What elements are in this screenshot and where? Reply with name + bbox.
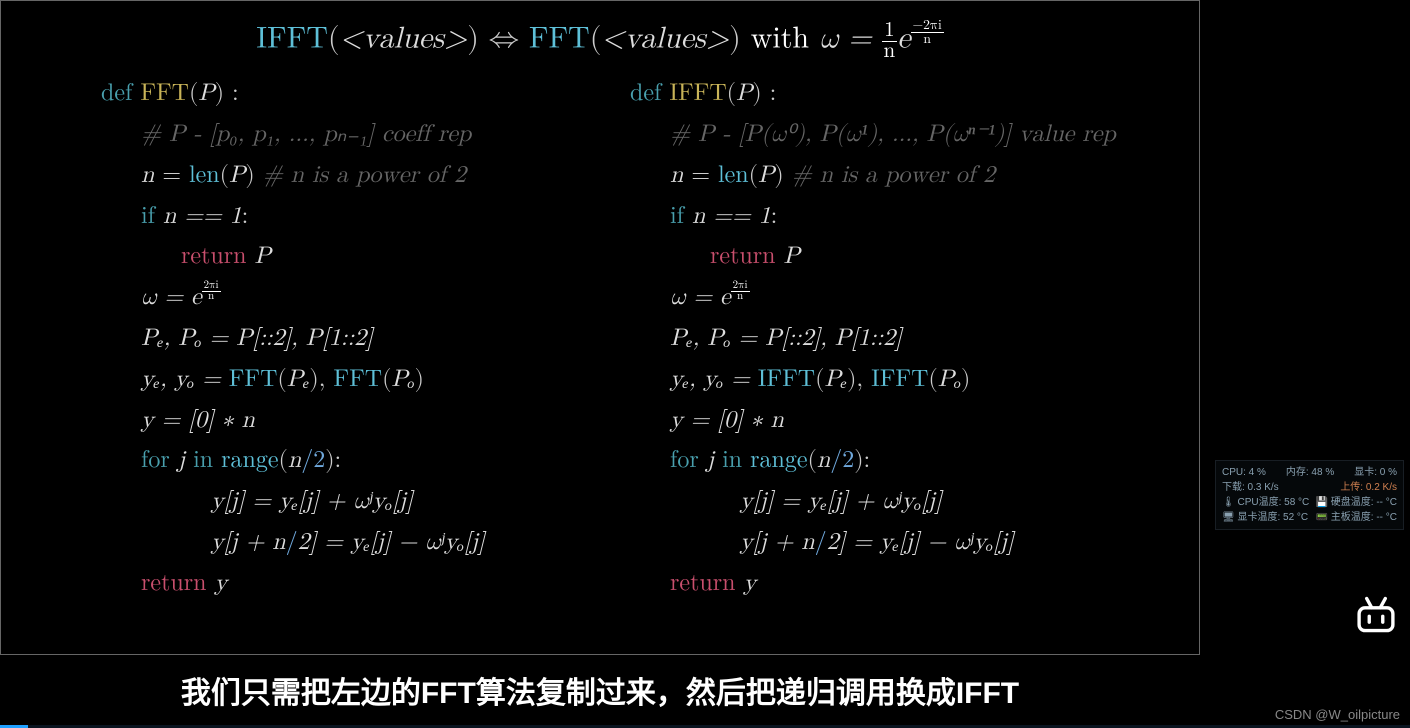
range-fn-r: range (750, 448, 807, 472)
system-monitor-overlay: CPU: 4 % 内存: 48 % 显卡: 0 % 下载: 0.3 K/s 上传: 0… (1215, 460, 1404, 530)
fft-comment-rep: # P - [p₀, p₁, …, pₙ₋₁] coeff rep (101, 117, 590, 152)
def-kw: def (101, 81, 132, 105)
omega-lhs-r: ω = e (670, 285, 731, 309)
rec-a: Pₑ (287, 367, 310, 391)
j-var-r: j (707, 448, 714, 472)
split-line-r: Pₑ, Pₒ = P[::2], P[1::2] (630, 321, 1119, 356)
header-values-left: <values> (340, 24, 468, 54)
if-kw: if (141, 204, 155, 228)
one-over-n-top: 1 (882, 20, 897, 42)
return-p: P (254, 244, 270, 268)
header-formula: IFFT(<values>) ⇔ FFT(<values>) with ω = … (1, 19, 1199, 62)
rec-b-r: Pₒ (938, 367, 961, 391)
len-fn-r: len (718, 163, 749, 187)
bilibili-icon (1354, 596, 1398, 634)
range-n: n (288, 448, 301, 472)
range-n-r: n (817, 448, 830, 472)
len-arg: P (229, 163, 245, 187)
body1: y[j] = yₑ[j] + ωʲyₒ[j] (101, 484, 590, 519)
rec-a-r: Pₑ (824, 367, 847, 391)
gpu-temp: 🖥 显卡温度: 52 °C (1222, 510, 1308, 525)
return-kw-2-r: return (670, 571, 736, 595)
ifft-comment-rep: # P - [P(ω⁰), P(ω¹), …, P(ωⁿ⁻¹)] value r… (630, 117, 1119, 152)
omega-lhs: ω = e (141, 285, 202, 309)
range-fn: range (221, 448, 278, 472)
body2a: y[j + n (211, 530, 286, 554)
fft-arg: P (198, 81, 214, 105)
body2b-r: 2] = yₑ[j] − ωʲyₒ[j] (827, 530, 1014, 554)
omega-bot-r: n (735, 291, 745, 302)
n-var: n (141, 163, 154, 187)
n-var-r: n (670, 163, 683, 187)
return-kw-r: return (710, 244, 776, 268)
omega-eq: ω = (819, 24, 872, 54)
range-2: 2 (313, 448, 325, 472)
rec-b: Pₒ (391, 367, 414, 391)
e-text: e (897, 24, 910, 54)
ifft-fn-name: IFFT (669, 81, 726, 105)
return-y-r: y (743, 571, 756, 595)
for-kw: for (141, 448, 170, 472)
len-arg-r: P (758, 163, 774, 187)
split-line: Pₑ, Pₒ = P[::2], P[1::2] (101, 321, 590, 356)
content-frame: IFFT(<values>) ⇔ FFT(<values>) with ω = … (0, 0, 1200, 655)
return-p-r: P (783, 244, 799, 268)
omega-bot: n (206, 291, 216, 302)
pow2-comment-r: # n is a power of 2 (792, 163, 995, 187)
mem-usage: 内存: 48 % (1286, 465, 1334, 480)
hdd-temp: 💾 硬盘温度: -- °C (1316, 495, 1397, 510)
len-fn: len (189, 163, 220, 187)
rec-lhs: yₑ, yₒ = (141, 367, 221, 391)
eq-test-r: n == 1 (692, 204, 771, 228)
rec-call-2-r: IFFT (871, 367, 928, 391)
fft-fn-name: FFT (140, 81, 189, 105)
j-var: j (178, 448, 185, 472)
return-kw-2: return (141, 571, 207, 595)
range-2-r: 2 (842, 448, 854, 472)
return-y: y (214, 571, 227, 595)
cpu-temp: 🌡 CPU温度: 58 °C (1222, 495, 1309, 510)
rec-call-1: FFT (229, 367, 278, 391)
download-speed: 下载: 0.3 K/s (1222, 480, 1279, 495)
in-kw-r: in (722, 448, 742, 472)
fft-column: def FFT(P) : # P - [p₀, p₁, …, pₙ₋₁] coe… (101, 70, 590, 606)
subtitle-caption: 我们只需把左边的FFT算法复制过来，然后把递归调用换成IFFT (0, 668, 1200, 712)
rec-call-2: FFT (333, 367, 382, 391)
header-values-right: <values> (601, 24, 729, 54)
gpu-usage: 显卡: 0 % (1354, 465, 1397, 480)
yinit-r: y = [0] ∗ n (670, 408, 784, 432)
ifft-column: def IFFT(P) : # P - [P(ω⁰), P(ω¹), …, P(… (630, 70, 1119, 606)
eq-test: n == 1 (163, 204, 242, 228)
one-over-n-bot: n (882, 41, 898, 62)
fft-label: FFT (529, 24, 590, 54)
if-kw-r: if (670, 204, 684, 228)
yinit: y = [0] ∗ n (141, 408, 255, 432)
body2a-r: y[j + n (740, 530, 815, 554)
with-text: with (751, 24, 809, 54)
in-kw: in (193, 448, 213, 472)
cpu-usage: CPU: 4 % (1222, 465, 1266, 480)
body1-r: y[j] = yₑ[j] + ωʲyₒ[j] (630, 484, 1119, 519)
rec-call-1-r: IFFT (758, 367, 815, 391)
iff-arrow: ⇔ (489, 24, 519, 54)
def-kw-r: def (630, 81, 661, 105)
upload-speed: 上传: 0.2 K/s (1340, 480, 1397, 495)
pow2-comment: # n is a power of 2 (263, 163, 466, 187)
exp-top: −2πi (911, 18, 944, 33)
for-kw-r: for (670, 448, 699, 472)
mb-temp: 📟 主板温度: -- °C (1316, 510, 1397, 525)
rec-lhs-r: yₑ, yₒ = (670, 367, 750, 391)
exp-bot: n (921, 32, 933, 46)
csdn-watermark: CSDN @W_oilpicture (1275, 707, 1400, 722)
return-kw: return (181, 244, 247, 268)
ifft-arg: P (736, 81, 752, 105)
ifft-label: IFFT (256, 24, 328, 54)
body2b: 2] = yₑ[j] − ωʲyₒ[j] (298, 530, 485, 554)
